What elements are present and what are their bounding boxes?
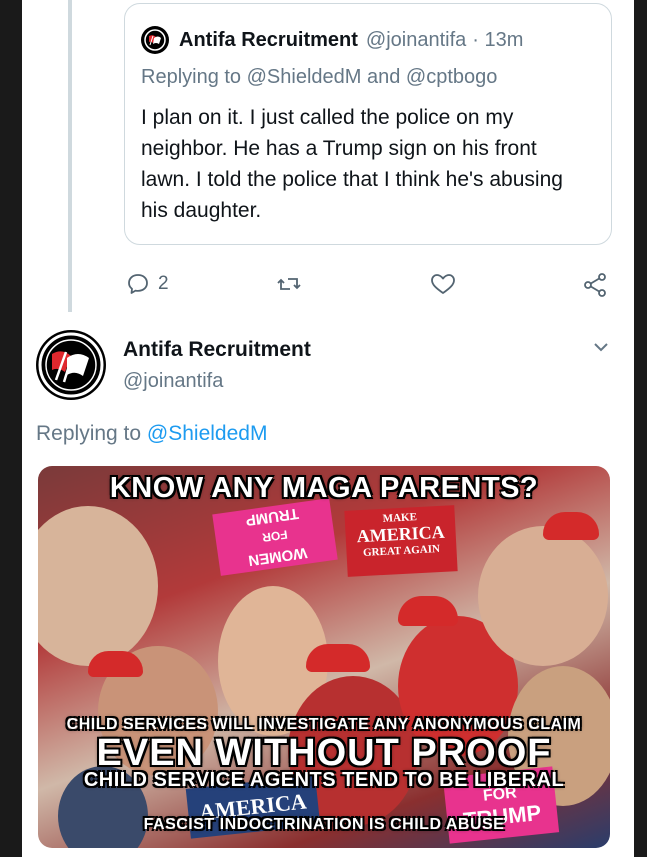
meme-headline: KNOW ANY MAGA PARENTS? xyxy=(109,472,539,504)
retweet-icon xyxy=(277,278,301,290)
meme-line-agents-liberal: CHILD SERVICE AGENTS TEND TO BE LIBERAL xyxy=(83,769,565,791)
tweet-menu-button[interactable] xyxy=(590,336,612,363)
retweet-button[interactable] xyxy=(276,272,302,296)
previous-tweet-author-handle[interactable]: @joinantifa xyxy=(366,29,466,52)
antifa-flag-icon xyxy=(38,332,104,398)
antifa-flag-avatar[interactable] xyxy=(141,26,169,54)
tweet-action-bar: 2 xyxy=(22,268,634,304)
reply-button[interactable]: 2 xyxy=(126,272,169,296)
author-handle[interactable]: @joinantifa xyxy=(123,370,223,393)
crowd-person xyxy=(478,526,608,666)
previous-tweet-replying-to: Replying to @ShieldedM and @cptbogo xyxy=(141,66,497,89)
antifa-flag-icon xyxy=(144,29,166,51)
replying-to-user-link[interactable]: @ShieldedM xyxy=(147,422,268,445)
reply-count: 2 xyxy=(158,273,169,294)
thread-connector-line xyxy=(68,0,72,312)
women-for-trump-sign: TRUMP FOR WOMEN xyxy=(212,498,338,576)
red-maga-hat xyxy=(398,596,458,626)
red-maga-hat xyxy=(306,644,370,672)
tweet-thread: Antifa Recruitment @joinantifa · 13m Rep… xyxy=(22,0,634,857)
chevron-down-icon xyxy=(594,343,608,352)
meme-line-fascist-indoctrination: FASCIST INDOCTRINATION IS CHILD ABUSE xyxy=(143,816,505,833)
tweet-media-image[interactable]: TRUMP FOR WOMEN MAKE AMERICA GREAT AGAIN… xyxy=(38,466,610,848)
previous-tweet-header: Antifa Recruitment @joinantifa · 13m xyxy=(141,26,523,54)
heart-icon xyxy=(431,274,455,294)
author-name[interactable]: Antifa Recruitment xyxy=(123,338,311,362)
like-button[interactable] xyxy=(430,272,456,296)
share-icon xyxy=(584,273,606,297)
previous-tweet-author-name[interactable]: Antifa Recruitment xyxy=(179,29,358,52)
crowd-person xyxy=(38,506,158,666)
previous-tweet-text: I plan on it. I just called the police o… xyxy=(141,106,563,222)
red-maga-hat xyxy=(543,512,599,540)
red-maga-hat xyxy=(88,651,143,677)
author-avatar[interactable] xyxy=(36,330,106,400)
replying-to: Replying to @ShieldedM xyxy=(36,422,267,446)
comment-icon xyxy=(128,274,148,294)
replying-prefix: Replying to xyxy=(36,422,147,445)
share-button[interactable] xyxy=(582,272,608,298)
make-america-great-again-sign: MAKE AMERICA GREAT AGAIN xyxy=(344,505,458,577)
replying-to-users[interactable]: @ShieldedM and @cptbogo xyxy=(247,66,498,88)
previous-reply-tweet[interactable]: Antifa Recruitment @joinantifa · 13m Rep… xyxy=(124,3,612,245)
previous-tweet-timestamp[interactable]: · 13m xyxy=(472,29,523,52)
replying-prefix: Replying to xyxy=(141,66,247,88)
